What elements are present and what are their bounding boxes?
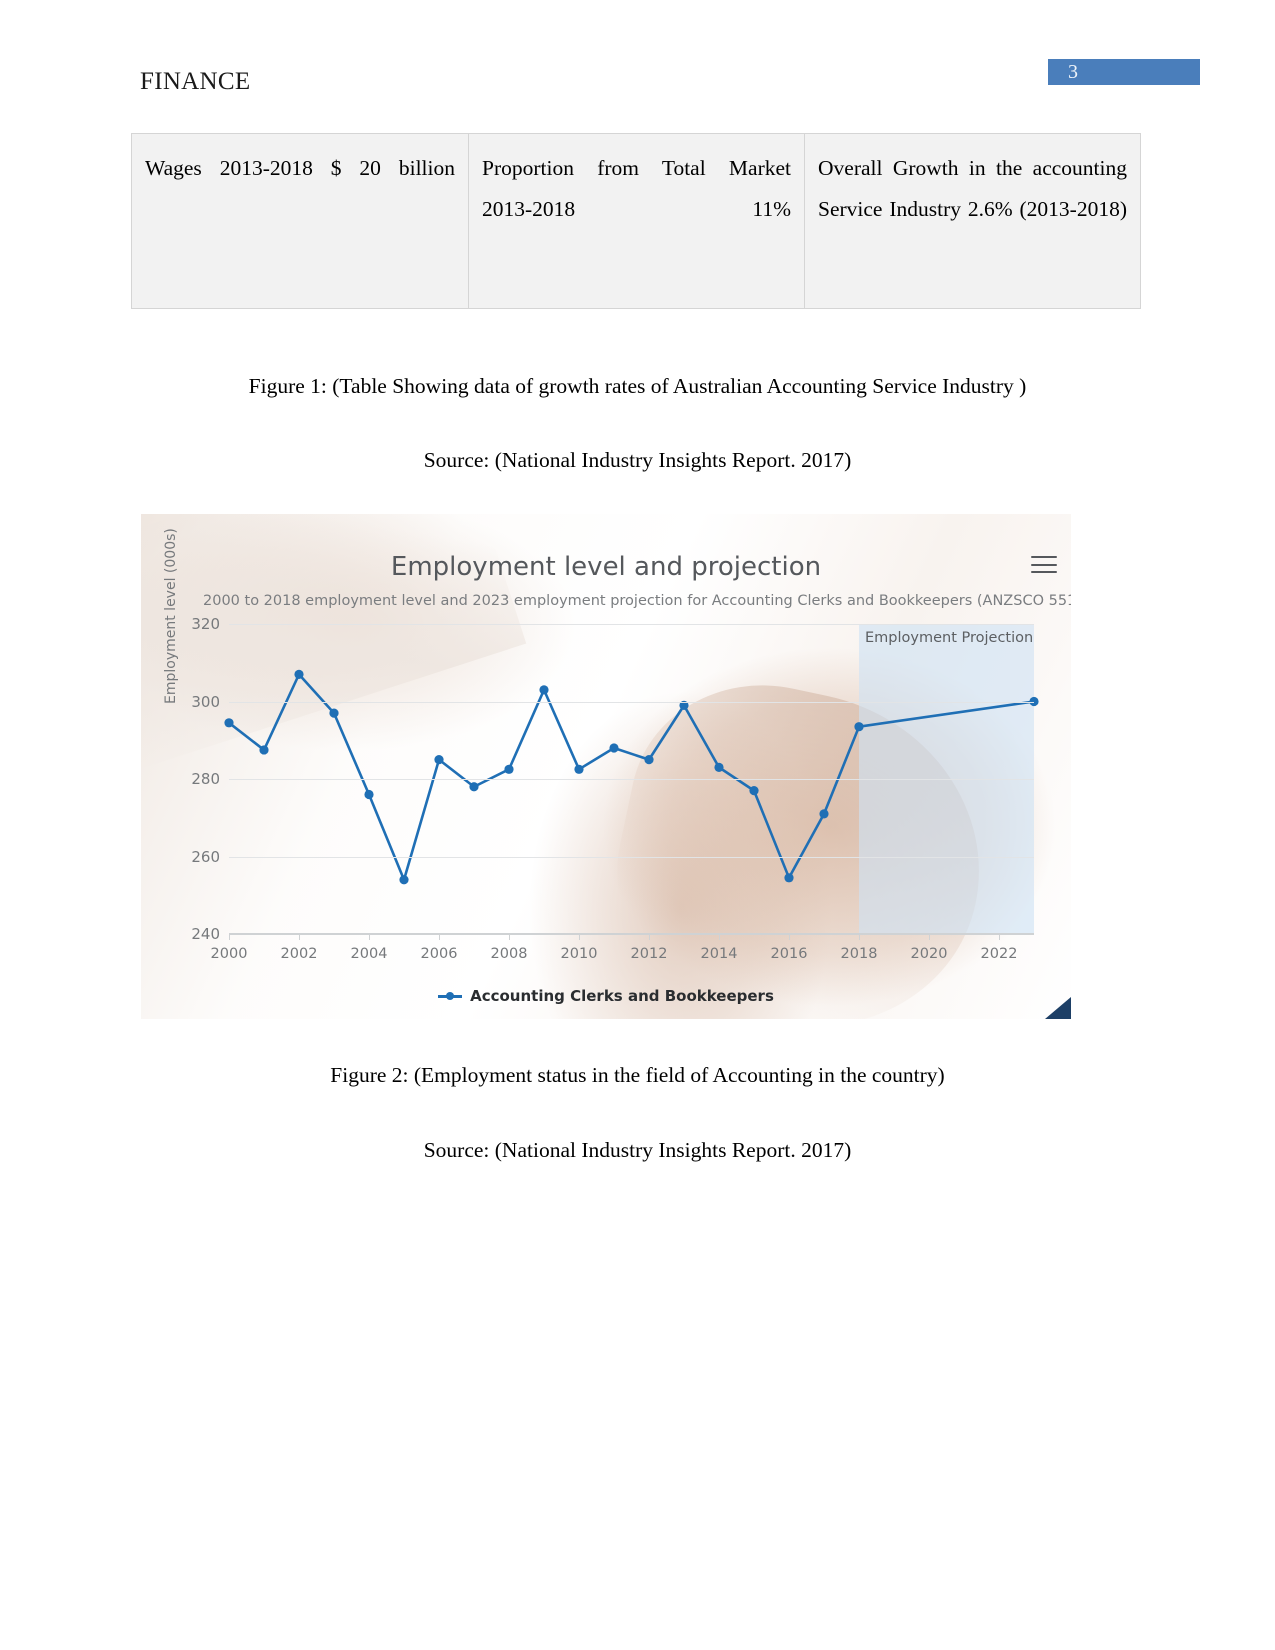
x-axis-tick-label: 2010 bbox=[560, 946, 598, 962]
figure-1-source: Source: (National Industry Insights Repo… bbox=[423, 448, 852, 472]
page-header: FINANCE 3 bbox=[0, 0, 1275, 120]
data-point-marker[interactable] bbox=[434, 755, 444, 765]
page-number: 3 bbox=[1068, 61, 1078, 83]
y-axis-tick-label: 260 bbox=[191, 847, 220, 866]
table-cell-market-proportion: Proportion from Total Market 2013-2018 1… bbox=[468, 133, 805, 309]
grid-line bbox=[229, 856, 1034, 858]
x-axis-tick bbox=[929, 934, 930, 940]
data-point-marker[interactable] bbox=[399, 875, 409, 885]
table-cell-overall-growth: Overall Growth in the accounting Service… bbox=[804, 133, 1141, 309]
x-axis-tick-label: 2022 bbox=[980, 946, 1018, 962]
data-point-marker[interactable] bbox=[644, 755, 654, 765]
x-axis-tick bbox=[369, 934, 370, 940]
figure-2-chart: Employment level and projection 2000 to … bbox=[141, 514, 1071, 1019]
x-axis-tick-label: 2012 bbox=[630, 946, 668, 962]
data-point-marker[interactable] bbox=[749, 786, 759, 796]
x-axis-tick bbox=[789, 934, 790, 940]
x-axis-tick bbox=[579, 934, 580, 940]
x-axis-tick bbox=[439, 934, 440, 940]
table-row: Wages 2013-2018 $ 20 billion Proportion … bbox=[131, 133, 1141, 309]
x-axis-tick-label: 2008 bbox=[490, 946, 528, 962]
y-axis-tick-label: 320 bbox=[191, 615, 220, 633]
x-axis-tick-label: 2002 bbox=[280, 946, 318, 962]
y-axis-title: Employment level (000s) bbox=[163, 528, 179, 704]
hamburger-menu-icon[interactable] bbox=[1031, 556, 1057, 574]
x-axis-tick-label: 2004 bbox=[350, 946, 388, 962]
grid-line bbox=[229, 624, 1034, 625]
data-point-marker[interactable] bbox=[504, 764, 514, 774]
chart-plot-area: Employment Projection 240 260 280 300 320 2000… bbox=[191, 615, 1039, 962]
data-point-marker[interactable] bbox=[469, 782, 479, 792]
legend-marker-icon bbox=[438, 991, 463, 1001]
x-axis-tick-label: 2018 bbox=[840, 946, 878, 962]
x-axis-tick bbox=[299, 934, 300, 940]
chart-subtitle: 2000 to 2018 employment level and 2023 e… bbox=[203, 593, 1071, 609]
chart-title: Employment level and projection bbox=[390, 552, 822, 582]
x-axis-tick bbox=[719, 934, 720, 940]
data-point-marker[interactable] bbox=[539, 685, 549, 695]
data-point-marker[interactable] bbox=[574, 764, 584, 774]
x-axis-tick bbox=[229, 934, 230, 940]
chart-legend[interactable]: Accounting Clerks and Bookkeepers bbox=[141, 987, 1071, 1005]
table-cell-wages: Wages 2013-2018 $ 20 billion bbox=[131, 133, 469, 309]
grid-line bbox=[229, 701, 1034, 703]
x-axis-tick bbox=[999, 934, 1000, 940]
data-point-marker[interactable] bbox=[364, 789, 374, 800]
grid-line bbox=[229, 934, 1034, 935]
photo-corner-fold bbox=[1045, 997, 1071, 1019]
legend-label: Accounting Clerks and Bookkeepers bbox=[470, 987, 774, 1005]
page-title: FINANCE bbox=[140, 68, 251, 95]
data-point-marker[interactable] bbox=[714, 762, 724, 772]
data-point-marker[interactable] bbox=[819, 809, 829, 819]
x-axis-tick-label: 2014 bbox=[700, 946, 738, 962]
figure-2-source: Source: (National Industry Insights Repo… bbox=[423, 1138, 852, 1162]
page-number-banner: 3 bbox=[1048, 59, 1200, 85]
x-axis-tick-label: 2000 bbox=[210, 946, 248, 962]
data-point-marker[interactable] bbox=[294, 669, 304, 679]
data-point-marker[interactable] bbox=[329, 708, 339, 718]
growth-rates-table: Wages 2013-2018 $ 20 billion Proportion … bbox=[131, 133, 1141, 309]
x-axis-tick bbox=[509, 934, 510, 940]
x-axis-tick-label: 2020 bbox=[910, 946, 948, 962]
x-axis-tick bbox=[649, 934, 650, 940]
x-axis-tick bbox=[859, 934, 860, 940]
grid-line bbox=[229, 779, 1034, 780]
data-point-marker[interactable] bbox=[854, 722, 864, 732]
y-axis-tick-label: 240 bbox=[191, 925, 220, 943]
data-point-marker[interactable] bbox=[224, 718, 234, 728]
x-axis-tick-label: 2006 bbox=[420, 946, 458, 962]
x-axis-tick-label: 2016 bbox=[770, 946, 808, 962]
data-point-marker[interactable] bbox=[784, 873, 794, 883]
y-axis-tick-label: 280 bbox=[191, 770, 220, 788]
figure-2-caption: Figure 2: (Employment status in the fiel… bbox=[330, 1063, 945, 1087]
projection-label: Employment Projection bbox=[865, 630, 1034, 646]
chart-surface: Employment level and projection 2000 to … bbox=[141, 514, 1071, 1019]
y-axis-tick-label: 300 bbox=[191, 692, 220, 711]
figure-1-caption: Figure 1: (Table Showing data of growth … bbox=[248, 374, 1027, 398]
data-point-marker[interactable] bbox=[609, 743, 619, 753]
data-point-marker[interactable] bbox=[259, 745, 269, 755]
